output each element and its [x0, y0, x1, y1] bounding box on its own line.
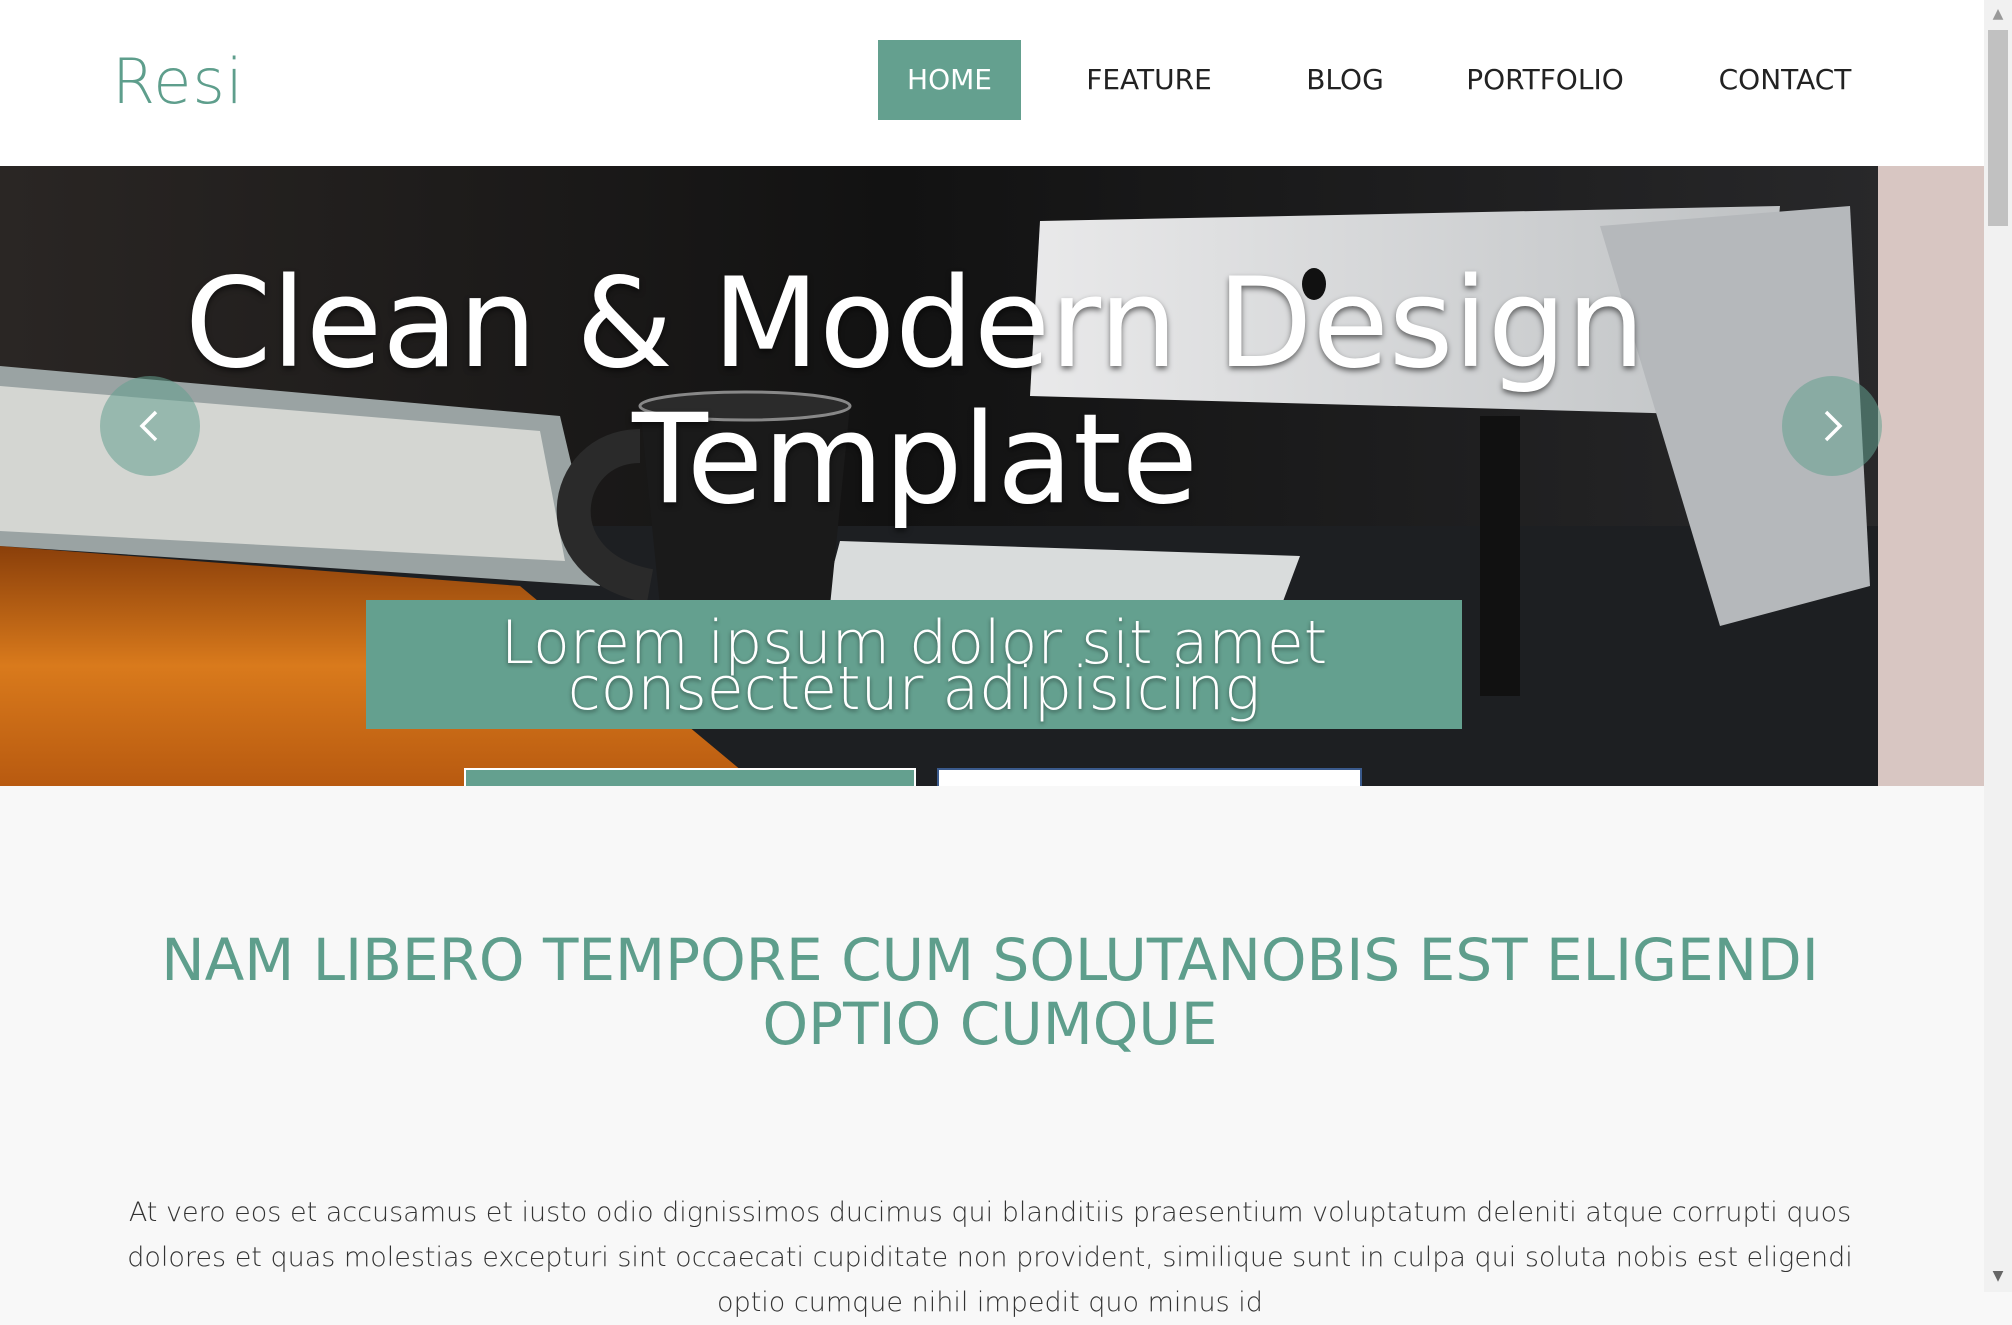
chevron-right-icon [1824, 410, 1843, 442]
hero-primary-button[interactable] [464, 768, 916, 786]
hero-title: Clean & Modern Design Template [184, 252, 1646, 532]
scroll-down-arrow-icon[interactable]: ▼ [1984, 1262, 2012, 1290]
nav-item-portfolio[interactable]: PORTFOLIO [1413, 40, 1677, 120]
nav-item-blog[interactable]: BLOG [1277, 40, 1413, 120]
scrollbar-thumb[interactable] [1988, 30, 2008, 226]
scroll-up-arrow-icon[interactable]: ▲ [1984, 0, 2012, 28]
slider-next-button[interactable] [1782, 376, 1882, 476]
section-paragraph: At vero eos et accusamus et iusto odio d… [127, 1197, 1853, 1318]
hero-secondary-button[interactable] [937, 768, 1362, 786]
hero-slider: Clean & Modern Design Template Lorem ips… [0, 166, 1984, 786]
section-heading: NAM LIBERO TEMPORE CUM SOLUTANOBIS EST E… [161, 926, 1819, 1058]
main-nav: HOME FEATURE BLOG PORTFOLIO CONTACT [878, 40, 1893, 120]
chevron-left-icon [139, 410, 158, 442]
site-header: Resi HOME FEATURE BLOG PORTFOLIO CONTACT [0, 0, 1984, 166]
nav-item-contact[interactable]: CONTACT [1677, 40, 1893, 120]
site-logo[interactable]: Resi [112, 44, 244, 120]
nav-item-home[interactable]: HOME [878, 40, 1021, 120]
page-scrollbar[interactable]: ▲ ▼ [1984, 0, 2012, 1292]
hero-subtitle: Lorem ipsum dolor sit amet consectetur a… [500, 608, 1328, 724]
nav-item-feature[interactable]: FEATURE [1021, 40, 1277, 120]
slider-prev-button[interactable] [100, 376, 200, 476]
